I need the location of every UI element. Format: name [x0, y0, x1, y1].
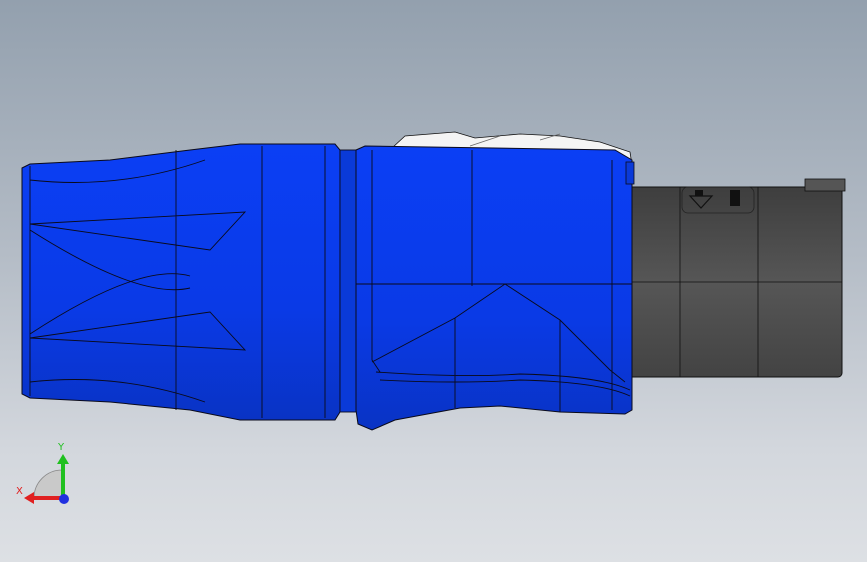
y-axis-arrowhead [57, 454, 69, 464]
collar-ring [339, 149, 357, 413]
connector-model[interactable] [0, 0, 867, 562]
main-housing [355, 145, 633, 431]
marking-block-1 [695, 190, 703, 196]
z-axis-dot [59, 494, 69, 504]
rear-tab [804, 178, 846, 192]
x-axis-label: X [16, 486, 23, 497]
main-housing-notch [625, 161, 635, 185]
x-axis-arrowhead [24, 492, 34, 504]
orientation-triad: X Y [10, 440, 80, 510]
triad-plane-quadrant [33, 469, 63, 499]
y-axis-label: Y [58, 442, 65, 453]
marking-block-2 [730, 190, 740, 206]
triad-graphic [24, 454, 69, 504]
graphics-viewport[interactable]: X Y [0, 0, 867, 562]
front-housing [21, 143, 341, 421]
